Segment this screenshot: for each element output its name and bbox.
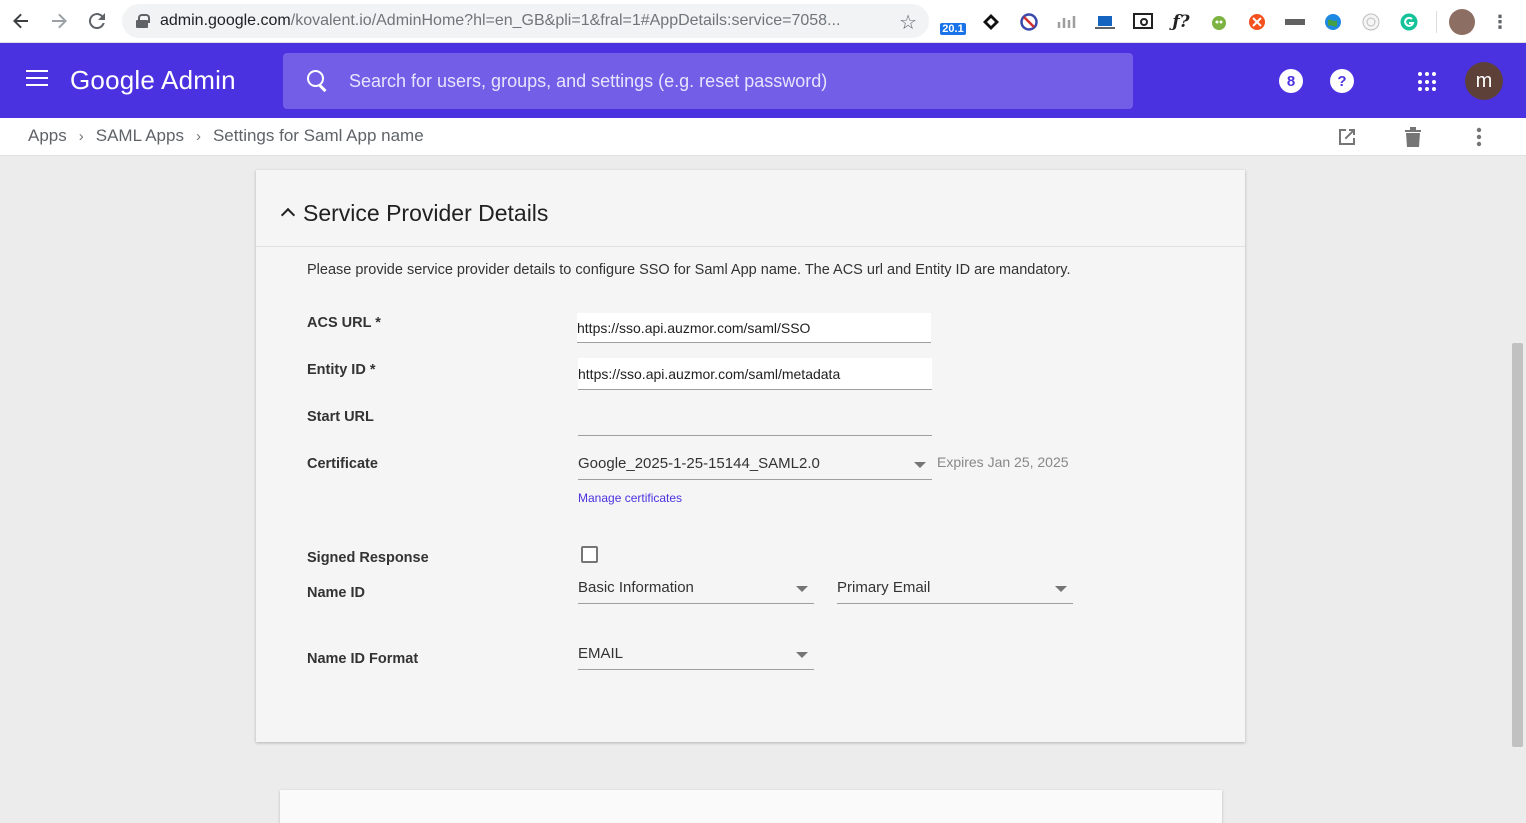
font-finder-icon[interactable]: ƒ? [1168, 9, 1194, 35]
certificate-label: Certificate [307, 456, 378, 472]
admin-header: Google Admin 8 ? m [0, 43, 1526, 118]
metrics-icon[interactable] [1054, 9, 1080, 35]
forward-arrow-icon[interactable] [40, 2, 78, 40]
signed-response-checkbox[interactable] [581, 546, 598, 563]
pale-circle-icon[interactable] [1358, 9, 1384, 35]
service-provider-card: Service Provider Details Please provide … [256, 170, 1245, 742]
bookmark-star-icon[interactable]: ☆ [899, 10, 917, 35]
certificate-select[interactable]: Google_2025-1-25-15144_SAML2.0 [578, 454, 932, 480]
start-url-label: Start URL [307, 409, 374, 425]
entity-id-field[interactable] [578, 358, 932, 390]
chevron-right-icon: › [195, 127, 201, 145]
diamond-icon[interactable] [978, 9, 1004, 35]
breadcrumb: Apps › SAML Apps › Settings for Saml App… [28, 126, 424, 146]
entity-id-input[interactable] [578, 358, 932, 389]
browser-profile-avatar[interactable] [1449, 9, 1475, 35]
breadcrumb-saml-apps[interactable]: SAML Apps [96, 126, 184, 146]
bug-icon[interactable] [1206, 9, 1232, 35]
dropdown-arrow-icon [796, 586, 808, 592]
block-icon[interactable] [1016, 9, 1042, 35]
card-title: Service Provider Details [303, 200, 549, 226]
search-icon [307, 70, 329, 92]
user-avatar[interactable]: m [1465, 62, 1503, 100]
globe-icon[interactable] [1320, 9, 1346, 35]
chevron-right-icon: › [78, 127, 84, 145]
dropdown-arrow-icon [1055, 586, 1067, 592]
dropdown-arrow-icon [796, 652, 808, 658]
page-scrollbar[interactable] [1512, 343, 1523, 747]
grammarly-icon[interactable] [1396, 9, 1422, 35]
entity-id-label: Entity ID * [307, 362, 376, 378]
search-input[interactable] [349, 69, 1109, 93]
name-id-category-select[interactable]: Basic Information [578, 578, 814, 604]
inspect-icon[interactable] [1130, 9, 1156, 35]
name-id-format-label: Name ID Format [307, 651, 419, 667]
acs-url-field[interactable] [577, 313, 931, 343]
card-header[interactable]: Service Provider Details [256, 170, 1245, 247]
certificate-value: Google_2025-1-25-15144_SAML2.0 [578, 455, 820, 472]
breadcrumb-apps[interactable]: Apps [28, 126, 67, 146]
saml-tracer-icon[interactable] [1282, 9, 1308, 35]
manage-certificates-link[interactable]: Manage certificates [578, 491, 682, 505]
name-id-attribute-select[interactable]: Primary Email [837, 578, 1073, 604]
browser-menu-icon[interactable]: ⋮ [1491, 12, 1509, 33]
notifications-icon[interactable]: 8 [1279, 69, 1303, 93]
breadcrumb-current: Settings for Saml App name [212, 126, 424, 145]
browser-toolbar: admin.google.com/kovalent.io/AdminHome?h… [0, 0, 1526, 43]
help-icon[interactable]: ? [1330, 69, 1354, 93]
orange-circle-icon[interactable] [1244, 9, 1270, 35]
hamburger-menu-icon[interactable] [26, 70, 48, 86]
dropdown-arrow-icon [914, 462, 926, 468]
chevron-up-icon[interactable] [281, 208, 293, 220]
start-url-field[interactable] [578, 406, 932, 436]
brand-logo[interactable]: Google Admin [70, 65, 236, 96]
signed-response-label: Signed Response [307, 550, 429, 566]
name-id-attribute-value: Primary Email [837, 579, 931, 596]
name-id-label: Name ID [307, 585, 366, 601]
breadcrumb-bar: Apps › SAML Apps › Settings for Saml App… [0, 118, 1526, 156]
toolbar-divider [1436, 11, 1437, 33]
certificate-expiry: Expires Jan 25, 2025 [937, 454, 1069, 470]
delete-icon[interactable] [1400, 124, 1426, 150]
help-glyph: ? [1337, 72, 1347, 90]
extension-counter-icon[interactable]: 20.1 [940, 9, 966, 35]
more-options-icon[interactable] [1466, 124, 1492, 150]
acs-url-input[interactable] [577, 313, 931, 342]
search-box[interactable] [283, 53, 1133, 109]
laptop-icon[interactable] [1092, 9, 1118, 35]
name-id-format-select[interactable]: EMAIL [578, 644, 814, 670]
card-description: Please provide service provider details … [307, 262, 1071, 278]
acs-url-label: ACS URL * [307, 315, 381, 331]
attribute-mapping-card [280, 790, 1222, 823]
app-launcher-icon[interactable] [1418, 72, 1438, 92]
back-arrow-icon[interactable] [2, 2, 40, 40]
avatar-letter: m [1475, 69, 1493, 92]
start-url-input[interactable] [578, 406, 932, 435]
open-external-icon[interactable] [1334, 124, 1360, 150]
address-bar[interactable]: admin.google.com/kovalent.io/AdminHome?h… [122, 4, 929, 38]
url-text: admin.google.com/kovalent.io/AdminHome?h… [160, 12, 841, 29]
extension-toolbar: 20.1 ƒ? ⋮ [940, 8, 1509, 36]
reload-icon[interactable] [78, 2, 116, 40]
lock-icon [136, 14, 150, 28]
notification-count: 8 [1286, 72, 1296, 90]
name-id-category-value: Basic Information [578, 579, 694, 596]
name-id-format-value: EMAIL [578, 645, 624, 662]
